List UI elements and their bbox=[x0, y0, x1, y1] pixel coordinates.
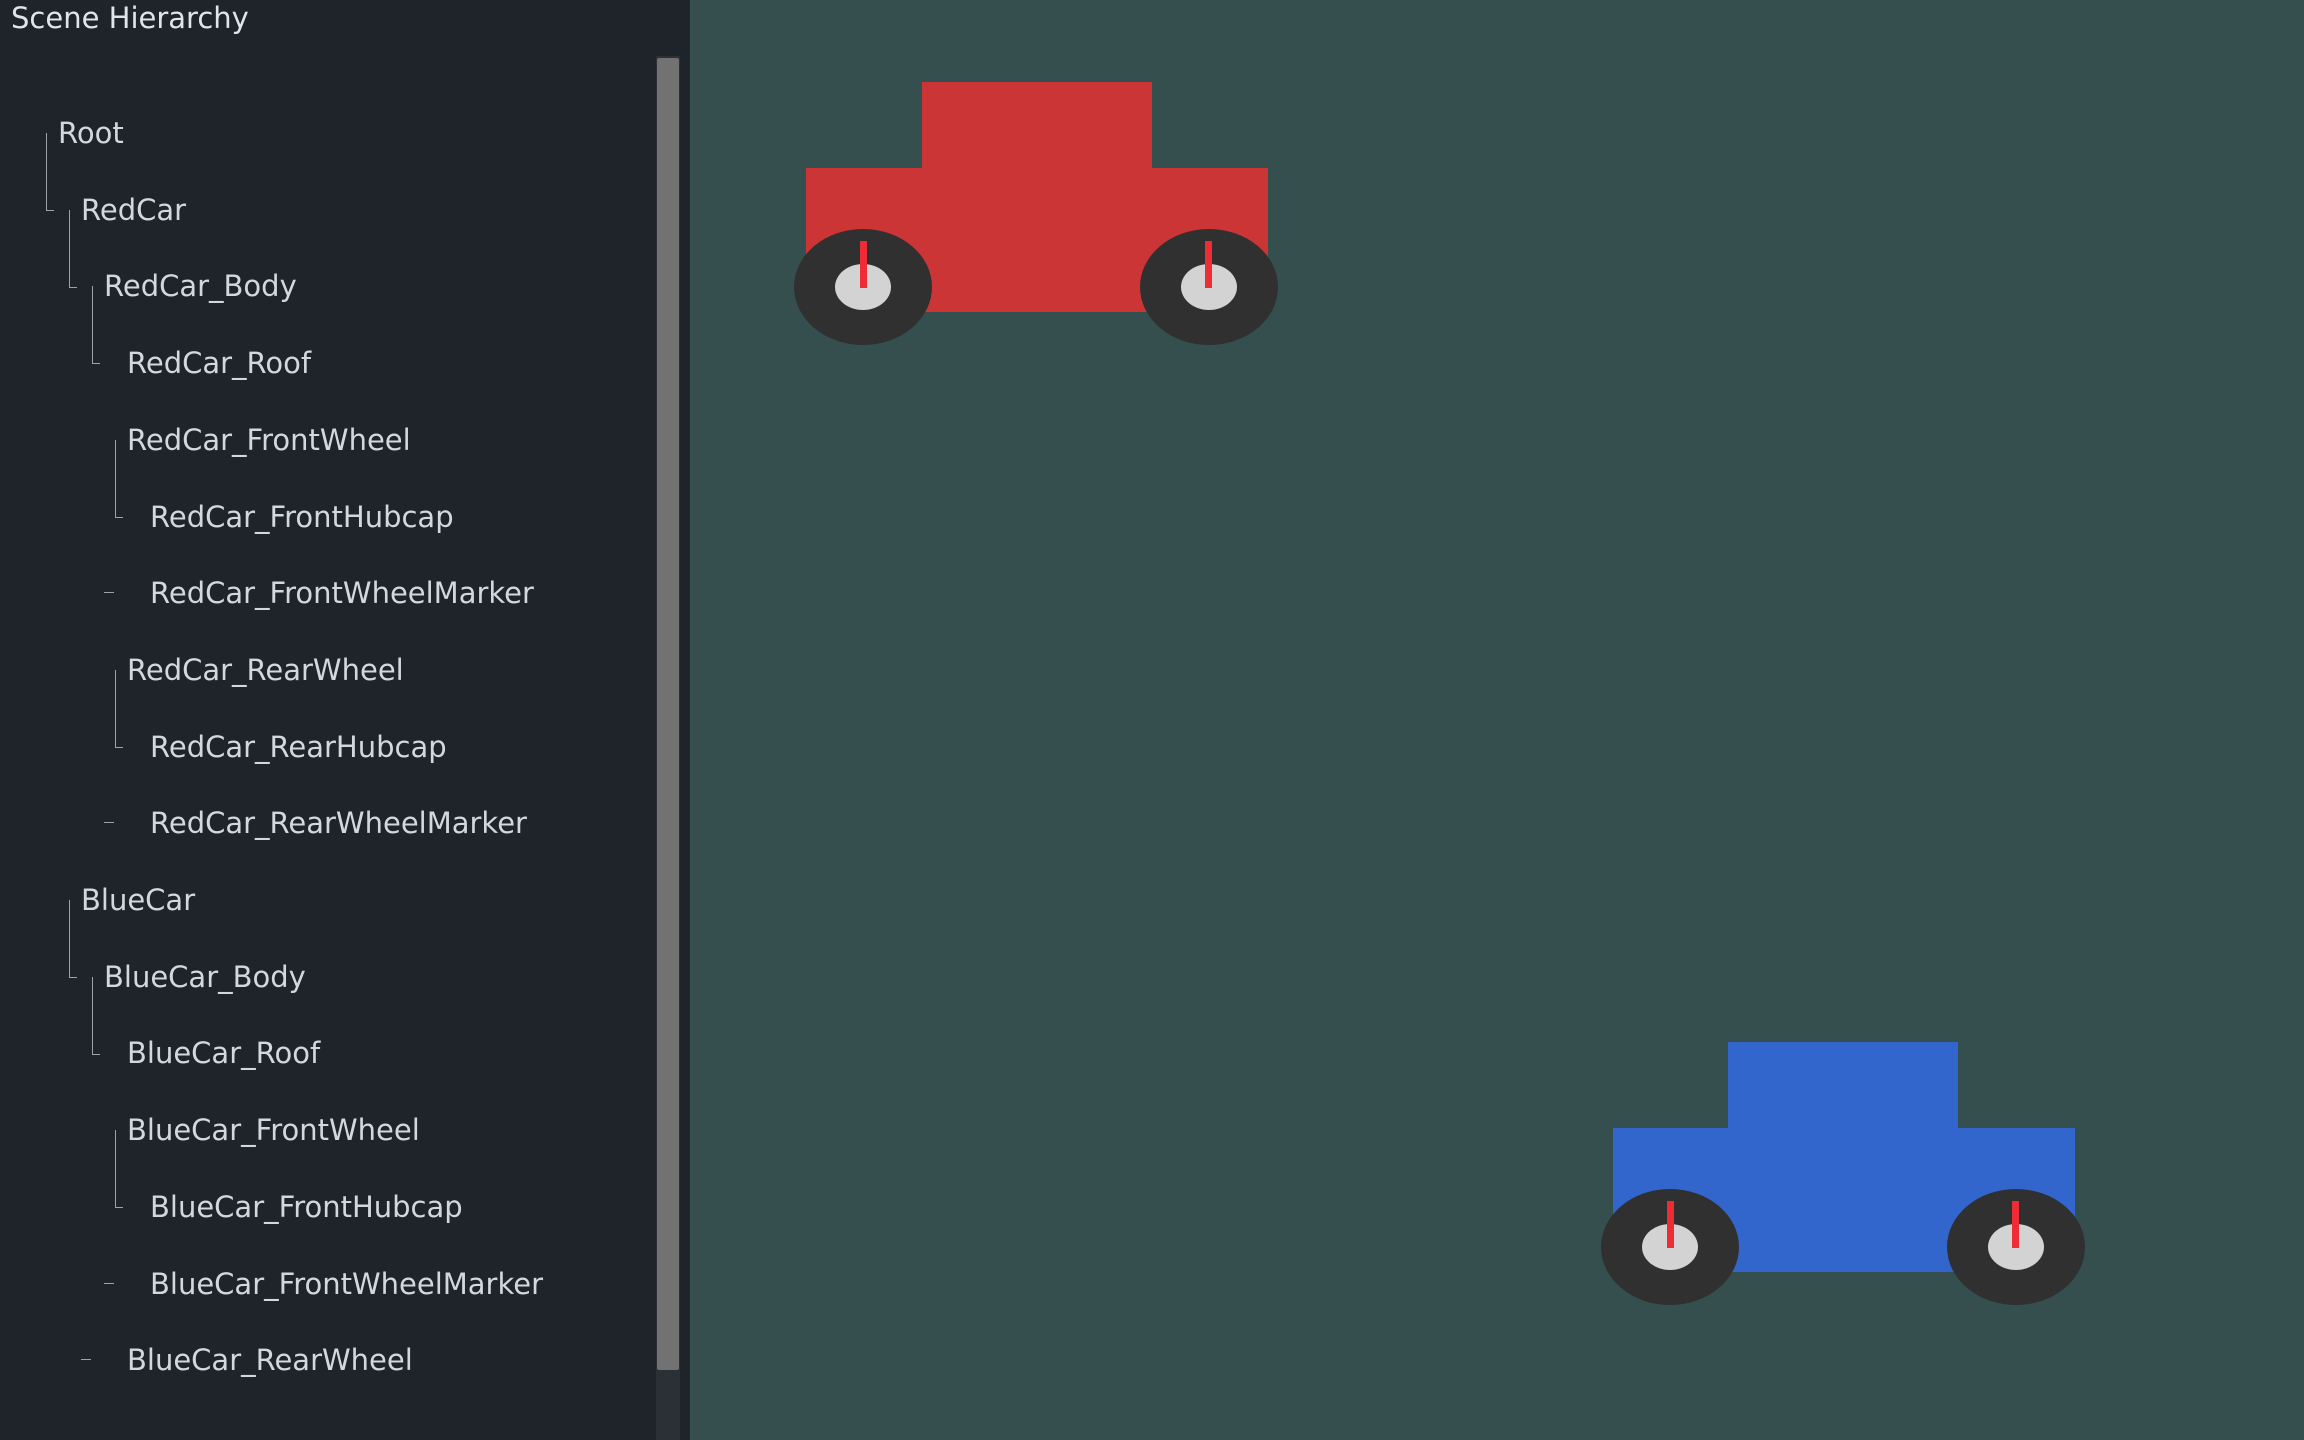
tree-item-label: RedCar_FrontWheelMarker bbox=[150, 576, 534, 611]
blue-car-roof[interactable] bbox=[1728, 1042, 1958, 1132]
tree-item-label: Root bbox=[58, 116, 124, 150]
scrollbar-thumb[interactable] bbox=[657, 58, 679, 1370]
hierarchy-tree: Root RedCar RedCar_Body RedCar_Roof RedCar_F… bbox=[0, 0, 650, 1440]
red-car-rear-wheel-marker bbox=[1205, 241, 1212, 288]
tree-item-redcar-rearwheel[interactable]: RedCar_RearWheel bbox=[0, 640, 640, 748]
tree-item-redcar-body[interactable]: RedCar_Body bbox=[0, 256, 640, 365]
tree-item-label: BlueCar_RearWheel bbox=[127, 1343, 413, 1378]
red-car-roof[interactable] bbox=[922, 82, 1152, 172]
tree-item-bluecar[interactable]: BlueCar bbox=[0, 870, 640, 978]
tree-item-redcar-frontwheelmarker[interactable]: RedCar_FrontWheelMarker bbox=[0, 563, 640, 623]
tree-item-bluecar-fronthubcap[interactable]: BlueCar_FrontHubcap bbox=[0, 1177, 640, 1237]
blue-car-front-wheel[interactable] bbox=[1601, 1189, 1739, 1305]
tree-item-bluecar-rearwheel[interactable]: BlueCar_RearWheel bbox=[0, 1330, 640, 1390]
tree-item-label: BlueCar_Body bbox=[104, 959, 306, 994]
tree-item-label: RedCar_RearHubcap bbox=[150, 729, 447, 764]
tree-item-root[interactable]: Root bbox=[0, 103, 640, 211]
red-car-front-wheel-marker bbox=[860, 241, 867, 288]
tree-leaf-dash bbox=[104, 592, 114, 594]
tree-leaf-dash bbox=[104, 822, 114, 824]
tree-leaf-dash bbox=[81, 1359, 91, 1361]
tree-item-label: RedCar_RearWheel bbox=[127, 652, 404, 687]
tree-item-redcar-frontwheel[interactable]: RedCar_FrontWheel bbox=[0, 410, 640, 518]
red-car-rear-wheel[interactable] bbox=[1140, 229, 1278, 345]
tree-item-label: RedCar bbox=[81, 192, 187, 227]
tree-item-redcar-fronthubcap[interactable]: RedCar_FrontHubcap bbox=[0, 487, 640, 547]
blue-car-rear-wheel[interactable] bbox=[1947, 1189, 2085, 1305]
tree-item-bluecar-body[interactable]: BlueCar_Body bbox=[0, 947, 640, 1055]
tree-item-label: BlueCar_FrontWheelMarker bbox=[150, 1266, 544, 1301]
tree-item-bluecar-roof[interactable]: BlueCar_Roof bbox=[0, 1023, 640, 1083]
app-window: Root RedCar RedCar_Body RedCar_Roof RedCar_F… bbox=[0, 0, 2304, 1440]
tree-item-label: RedCar_Roof bbox=[127, 346, 312, 381]
tree-item-label: RedCar_RearWheelMarker bbox=[150, 806, 527, 841]
scene-canvas[interactable] bbox=[690, 0, 2304, 1440]
scene-view[interactable] bbox=[690, 0, 2304, 1440]
tree-item-redcar[interactable]: RedCar bbox=[0, 180, 640, 288]
scene-hierarchy-panel: Root RedCar RedCar_Body RedCar_Roof RedCar_F… bbox=[0, 0, 690, 1440]
tree-item-label: RedCar_FrontHubcap bbox=[150, 499, 454, 534]
tree-item-label: RedCar_FrontWheel bbox=[127, 422, 411, 457]
tree-item-label: BlueCar bbox=[81, 883, 196, 917]
tree-item-label: BlueCar_Roof bbox=[127, 1036, 321, 1071]
tree-leaf-dash bbox=[104, 1282, 114, 1284]
tree-item-redcar-roof[interactable]: RedCar_Roof bbox=[0, 333, 640, 393]
tree-item-redcar-rearwheelmarker[interactable]: RedCar_RearWheelMarker bbox=[0, 793, 640, 853]
blue-car-rear-wheel-marker bbox=[2012, 1201, 2019, 1248]
red-car-front-wheel[interactable] bbox=[794, 229, 932, 345]
panel-title: Scene Hierarchy bbox=[11, 1, 249, 35]
tree-item-bluecar-frontwheel[interactable]: BlueCar_FrontWheel bbox=[0, 1100, 640, 1209]
tree-item-label: BlueCar_FrontWheel bbox=[127, 1113, 420, 1148]
tree-item-redcar-rearhubcap[interactable]: RedCar_RearHubcap bbox=[0, 717, 640, 777]
tree-item-label: BlueCar_FrontHubcap bbox=[150, 1189, 463, 1224]
blue-car-front-wheel-marker bbox=[1667, 1201, 1674, 1248]
tree-item-bluecar-frontwheelmarker[interactable]: BlueCar_FrontWheelMarker bbox=[0, 1254, 640, 1314]
tree-item-label: RedCar_Body bbox=[104, 269, 297, 304]
